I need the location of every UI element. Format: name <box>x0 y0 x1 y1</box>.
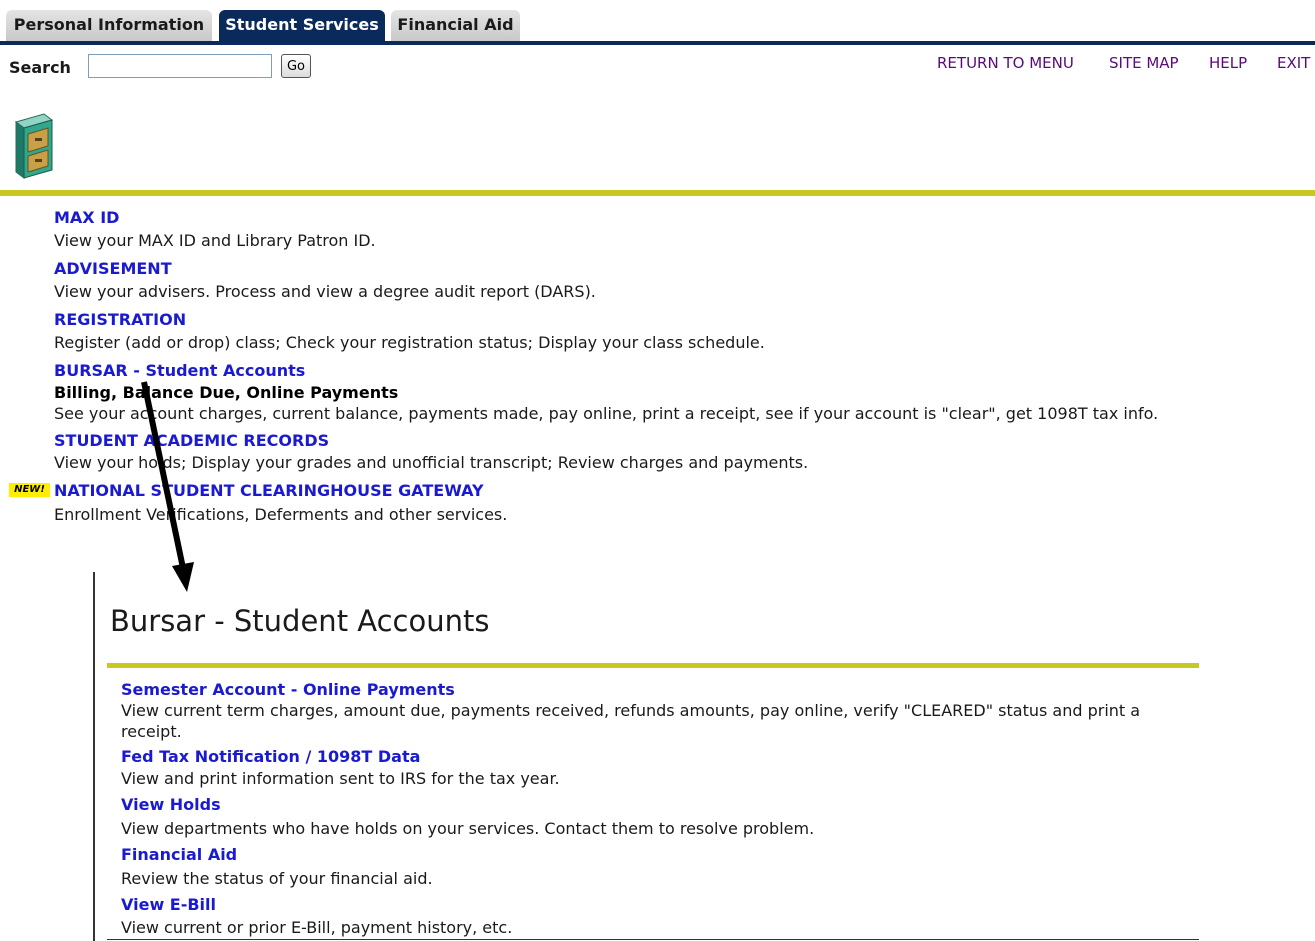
tab-student-services[interactable]: Student Services <box>219 10 385 41</box>
menu-link-bursar[interactable]: BURSAR - Student Accounts <box>54 361 305 380</box>
panel-bottom-border <box>107 939 1199 940</box>
menu-desc-max-id: View your MAX ID and Library Patron ID. <box>54 231 376 250</box>
link-financial-aid[interactable]: Financial Aid <box>121 845 237 864</box>
help-link[interactable]: HELP <box>1209 54 1247 72</box>
menu-desc-bursar: See your account charges, current balanc… <box>54 404 1159 423</box>
tab-financial-aid[interactable]: Financial Aid <box>391 10 520 41</box>
desc-semester-account: View current term charges, amount due, p… <box>121 701 1141 741</box>
link-fed-tax-notification[interactable]: Fed Tax Notification / 1098T Data <box>121 747 420 766</box>
menu-desc-student-academic-records: View your holds; Display your grades and… <box>54 453 809 472</box>
file-cabinet-icon <box>14 113 54 179</box>
menu-link-student-academic-records[interactable]: STUDENT ACADEMIC RECORDS <box>54 431 329 450</box>
tab-bar: Personal Information Student Services Fi… <box>0 0 1315 46</box>
site-map-link[interactable]: SITE MAP <box>1109 54 1179 72</box>
desc-fed-tax-notification: View and print information sent to IRS f… <box>121 769 560 788</box>
menu-link-advisement[interactable]: ADVISEMENT <box>54 259 172 278</box>
desc-view-holds: View departments who have holds on your … <box>121 819 815 838</box>
menu-link-max-id[interactable]: MAX ID <box>54 208 119 227</box>
menu-desc-registration: Register (add or drop) class; Check your… <box>54 333 765 352</box>
search-label: Search <box>9 58 71 77</box>
desc-financial-aid: Review the status of your financial aid. <box>121 869 433 888</box>
menu-link-registration[interactable]: REGISTRATION <box>54 310 186 329</box>
link-semester-account[interactable]: Semester Account - Online Payments <box>121 680 455 699</box>
go-button[interactable]: Go <box>281 54 311 78</box>
menu-subtitle-bursar: Billing, Balance Due, Online Payments <box>54 383 399 402</box>
bursar-panel-title: Bursar - Student Accounts <box>110 604 490 638</box>
exit-link[interactable]: EXIT <box>1277 54 1310 72</box>
tab-personal-information[interactable]: Personal Information <box>6 10 212 41</box>
desc-view-e-bill: View current or prior E-Bill, payment hi… <box>121 918 513 937</box>
menu-link-clearinghouse[interactable]: NATIONAL STUDENT CLEARINGHOUSE GATEWAY <box>54 481 484 500</box>
menu-desc-clearinghouse: Enrollment Verifications, Deferments and… <box>54 505 508 524</box>
panel-left-border <box>93 572 95 941</box>
new-badge: NEW! <box>9 483 50 497</box>
header-rule <box>0 190 1315 196</box>
search-input[interactable] <box>88 54 272 78</box>
return-to-menu-link[interactable]: RETURN TO MENU <box>937 54 1074 72</box>
bursar-panel-rule <box>107 663 1199 668</box>
link-view-e-bill[interactable]: View E-Bill <box>121 895 216 914</box>
link-view-holds[interactable]: View Holds <box>121 795 221 814</box>
menu-desc-advisement: View your advisers. Process and view a d… <box>54 282 596 301</box>
tab-underline <box>0 41 1315 45</box>
